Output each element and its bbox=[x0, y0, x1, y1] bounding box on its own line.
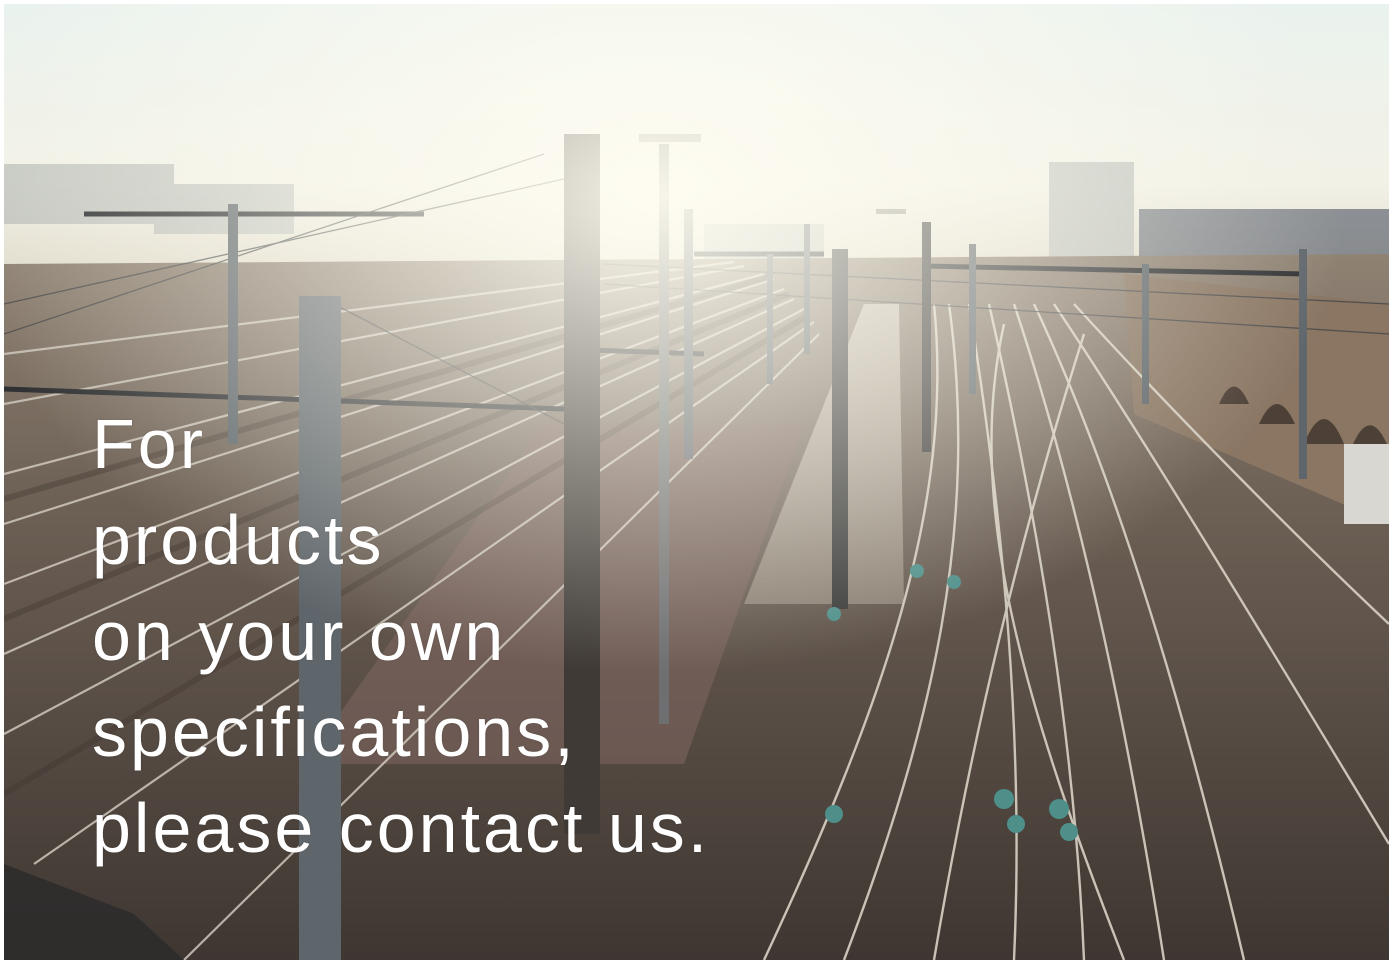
railway-photo-panel: For products on your own specifications,… bbox=[4, 4, 1389, 960]
headline-line: products bbox=[92, 501, 385, 579]
headline-line: specifications, bbox=[92, 693, 577, 771]
contact-headline: For products on your own specifications,… bbox=[92, 396, 992, 876]
headline-line: For bbox=[92, 405, 206, 483]
headline-line: please contact us. bbox=[92, 789, 711, 867]
headline-line: on your own bbox=[92, 597, 507, 675]
